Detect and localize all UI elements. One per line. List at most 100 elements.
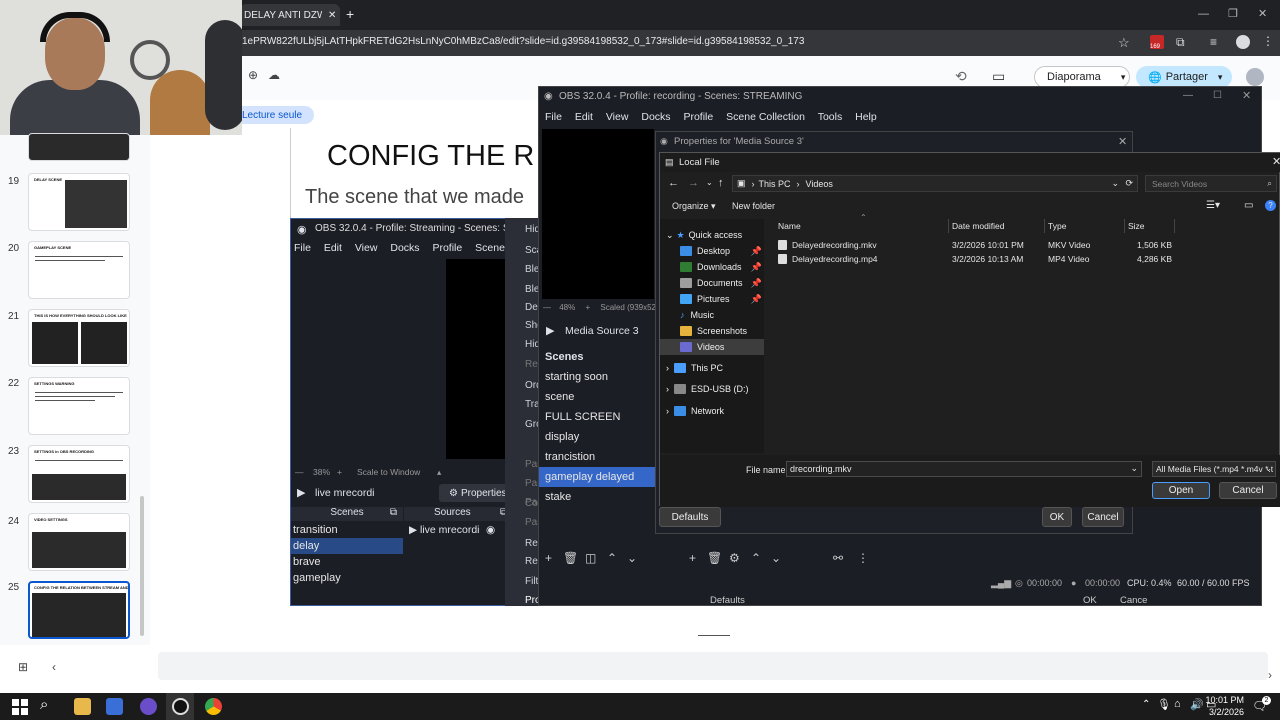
dock-icon[interactable]: ⧉ (390, 507, 397, 518)
cancel-button[interactable]: Cance (1120, 595, 1147, 606)
view-options-icon[interactable]: ☰▾ (1206, 200, 1220, 211)
menu-file[interactable]: File (294, 242, 311, 254)
volume-icon[interactable]: 🔊 (1190, 698, 1204, 711)
scene-item[interactable]: display (539, 427, 655, 447)
menu-help[interactable]: Help (855, 111, 877, 123)
scene-item[interactable]: transition (291, 522, 403, 538)
scene-item[interactable]: starting soon (539, 367, 655, 387)
thumbnails-scrollbar[interactable] (140, 496, 144, 636)
slide-thumbnail[interactable]: SETTINGS in OBS RECORDING (28, 445, 130, 503)
trash-icon[interactable]: 🗑 (707, 551, 722, 565)
close-icon[interactable]: ✕ (1272, 155, 1280, 168)
slide-thumbnail[interactable] (28, 133, 130, 161)
forward-arrow-icon[interactable]: → (688, 177, 699, 189)
preview-pane-icon[interactable]: ▭ (1244, 200, 1253, 211)
scene-item[interactable]: trancistion (539, 447, 655, 467)
chevron-up-icon[interactable]: ⌃ (1142, 699, 1150, 710)
slideshow-button[interactable]: Diaporama ▾ (1034, 66, 1130, 88)
file-type-select[interactable]: All Media Files (*.mp4 *.m4v *.t ⌄ (1152, 461, 1276, 477)
menu-profile[interactable]: Profile (432, 242, 462, 254)
menu-scene-collection[interactable]: Scene Collection (726, 111, 805, 123)
menu-docks[interactable]: Docks (390, 242, 419, 254)
ok-button[interactable]: OK (1083, 595, 1097, 606)
clock-time[interactable]: 10:01 PM (1204, 695, 1244, 705)
nav-item-videos-selected[interactable]: Videos (660, 339, 764, 355)
context-item[interactable]: Filt (525, 576, 538, 587)
up-arrow-icon[interactable]: ↑ (718, 177, 724, 189)
close-icon[interactable]: ✕ (1242, 89, 1251, 102)
slide-thumbnail[interactable]: VIDEO SETTINGS (28, 513, 130, 571)
nav-item-documents[interactable]: Documents 📌 (680, 275, 764, 291)
file-row[interactable]: Delayedrecording.mkv 3/2/2026 10:01 PM M… (766, 239, 1176, 253)
trash-icon[interactable]: 🗑 (563, 551, 578, 565)
new-tab-button[interactable]: + (346, 6, 354, 22)
more-icon[interactable]: ⋮ (857, 551, 869, 565)
menu-view[interactable]: View (355, 242, 378, 254)
column-header-type[interactable]: Type (1048, 221, 1066, 231)
app-icon[interactable] (140, 698, 157, 715)
nav-item-usb[interactable]: › ESD-USB (D:) (666, 381, 764, 397)
close-window-icon[interactable]: ✕ (1258, 7, 1267, 20)
minimize-icon[interactable]: — (1198, 8, 1209, 20)
column-header-date[interactable]: Date modified (952, 221, 1004, 231)
add-icon[interactable]: + (545, 551, 552, 565)
file-row[interactable]: Delayedrecording.mp4 3/2/2026 10:13 AM M… (766, 253, 1176, 267)
grid-view-icon[interactable]: ⊞ (18, 660, 28, 674)
account-avatar[interactable] (1246, 68, 1264, 86)
microphone-icon[interactable]: 🎙 (1157, 698, 1171, 711)
scene-item[interactable]: gameplay (291, 570, 403, 586)
menu-edit[interactable]: Edit (575, 111, 593, 123)
scene-item[interactable]: stake (539, 487, 655, 507)
breadcrumb-item[interactable]: Videos (806, 179, 833, 189)
slide-thumbnail[interactable]: SETTINGS WARNING (28, 377, 130, 435)
open-button[interactable]: Open (1152, 482, 1210, 499)
chevron-down-icon[interactable]: ⌄ (1111, 178, 1119, 189)
maximize-icon[interactable]: ❐ (1228, 7, 1238, 20)
search-input[interactable]: Search Videos ⌕ (1145, 175, 1277, 192)
menu-tools[interactable]: Tools (818, 111, 843, 123)
nav-item-downloads[interactable]: Downloads 📌 (680, 259, 764, 275)
maximize-icon[interactable]: ☐ (1213, 90, 1222, 101)
organize-button[interactable]: Organize ▾ (672, 201, 716, 212)
slide-thumbnail-selected[interactable]: CONFIG THE RELATION BETWEEN STREAM AND R… (28, 581, 130, 639)
nav-item-desktop[interactable]: Desktop 📌 (680, 243, 764, 259)
new-folder-button[interactable]: New folder (732, 201, 775, 211)
start-icon[interactable] (12, 699, 28, 715)
store-icon[interactable] (106, 698, 123, 715)
close-icon[interactable]: ✕ (328, 10, 336, 21)
cancel-button[interactable]: Cancel (1219, 482, 1277, 499)
file-explorer-icon[interactable] (74, 698, 91, 715)
up-icon[interactable]: ⌃ (607, 551, 617, 565)
nav-item-quick-access[interactable]: ⌄ ★ Quick access (666, 227, 764, 243)
play-icon[interactable]: ▶ (297, 486, 305, 499)
browser-tab[interactable]: DELAY ANTI DZWAM ✕ (240, 4, 340, 26)
column-header-name[interactable]: Name (778, 221, 801, 231)
meet-icon[interactable]: ▭ (992, 68, 1005, 85)
down-icon[interactable]: ⌄ (627, 551, 637, 565)
scene-item[interactable]: brave (291, 554, 403, 570)
clock-date[interactable]: 3/2/2026 (1204, 707, 1244, 717)
slide-thumbnail[interactable]: GAMEPLAY SCENE (28, 241, 130, 299)
cancel-button[interactable]: Cancel (1082, 507, 1124, 527)
play-icon[interactable]: ▶ (546, 324, 554, 337)
help-icon[interactable]: ? (1265, 200, 1276, 211)
filename-input[interactable]: drecording.mkv ⌄ (786, 461, 1142, 477)
chevron-up-icon[interactable]: ▴ (437, 467, 441, 478)
breadcrumb[interactable]: ▣ › This PC › Videos ⌄ ⟳ (732, 175, 1138, 192)
defaults-button[interactable]: Defaults (659, 507, 721, 527)
search-icon[interactable]: ⌕ (40, 696, 48, 713)
minimize-icon[interactable]: — (1183, 90, 1193, 101)
network-icon[interactable]: ⌂ (1174, 698, 1181, 710)
puzzle-icon[interactable]: ⧉ (1176, 35, 1185, 50)
scene-item[interactable]: FULL SCREEN (539, 407, 655, 427)
nav-item-this-pc[interactable]: › This PC (666, 360, 764, 376)
move-icon[interactable]: ⊕ (248, 68, 258, 82)
breadcrumb-item[interactable]: This PC (759, 179, 791, 189)
menu-icon[interactable]: ⋮ (1262, 34, 1274, 48)
close-icon[interactable]: ✕ (1118, 135, 1127, 148)
up-icon[interactable]: ⌃ (751, 551, 761, 565)
ok-button[interactable]: OK (1042, 507, 1072, 527)
star-icon[interactable]: ☆ (1118, 35, 1130, 51)
speaker-notes-area[interactable] (158, 652, 1268, 680)
share-button[interactable]: 🌐 Partager ▾ (1136, 66, 1232, 88)
